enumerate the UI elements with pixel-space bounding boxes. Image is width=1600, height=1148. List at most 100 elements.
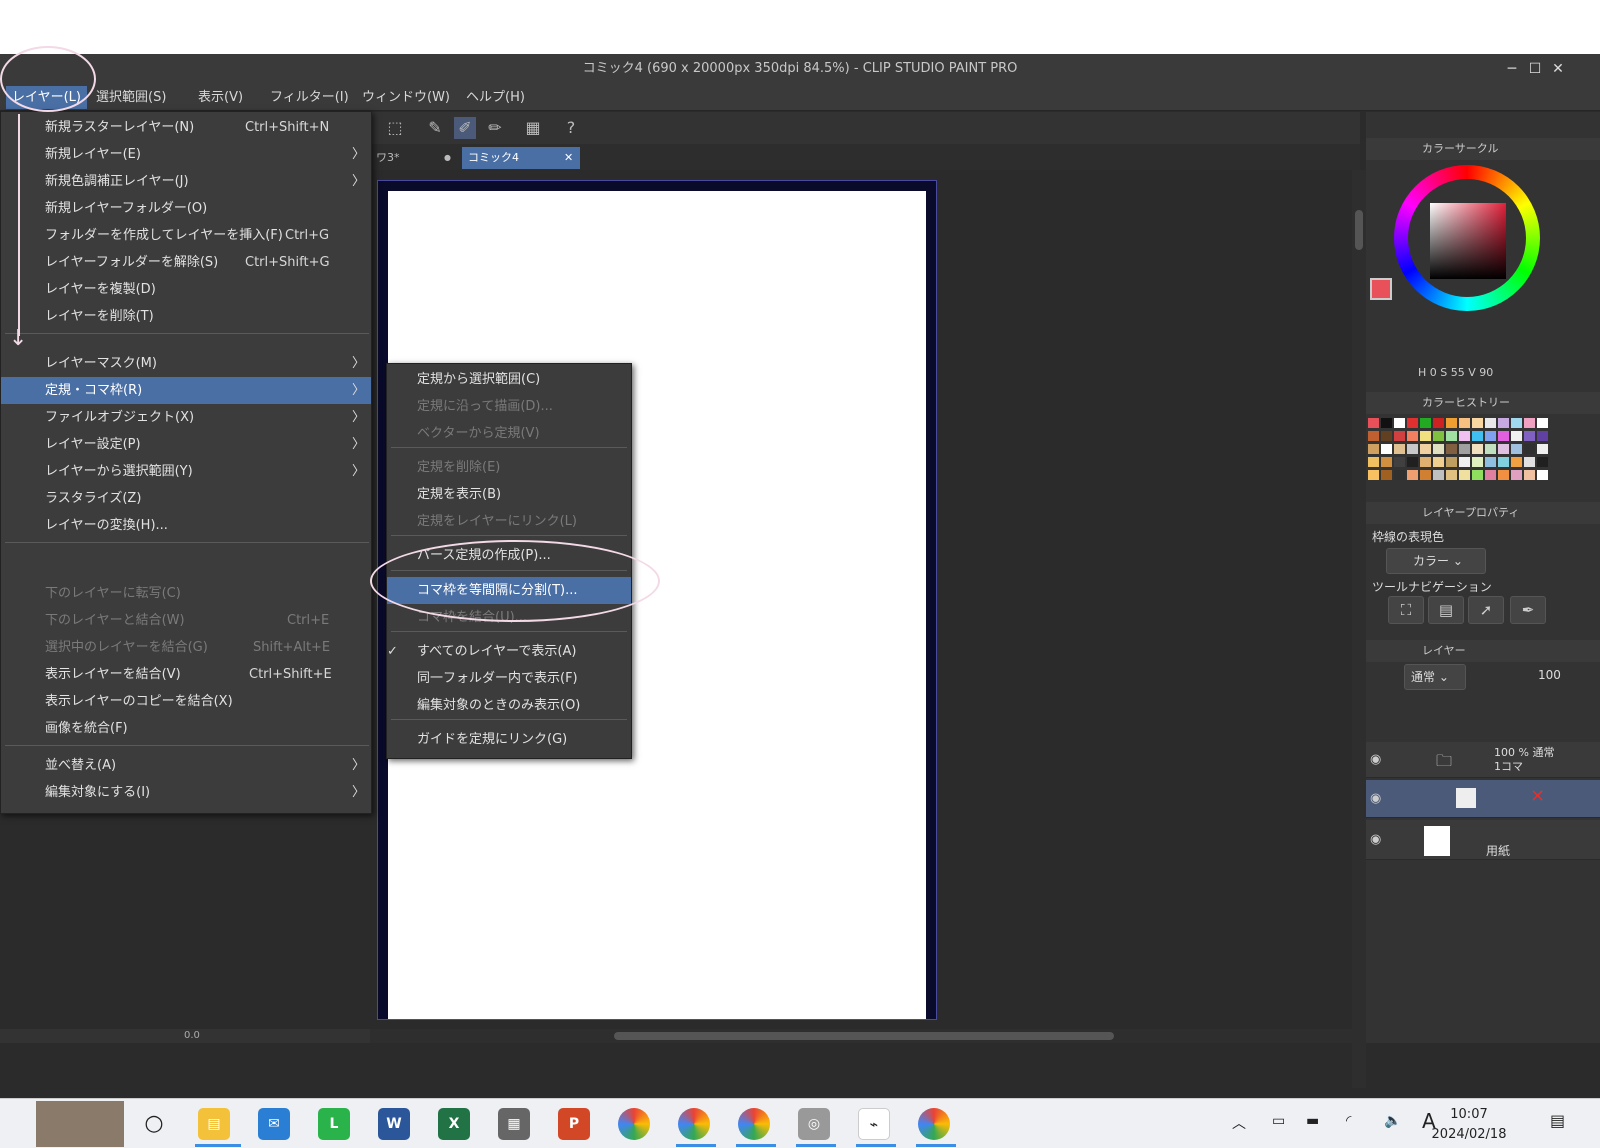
color-swatch[interactable] <box>1446 431 1457 441</box>
color-swatch[interactable] <box>1485 418 1496 428</box>
chrome-icon[interactable] <box>618 1108 650 1140</box>
opacity-value[interactable]: 100 <box>1538 668 1561 682</box>
volume-icon[interactable]: 🔈 <box>1384 1113 1401 1129</box>
color-swatch[interactable] <box>1537 444 1548 454</box>
menu-item[interactable]: 表示レイヤーを結合(V) Ctrl+Shift+E <box>1 661 371 688</box>
tab-comic3[interactable]: ワ3* ● <box>370 147 460 169</box>
color-swatch[interactable] <box>1420 444 1431 454</box>
color-swatch[interactable] <box>1485 457 1496 467</box>
color-swatch[interactable] <box>1381 470 1392 480</box>
color-swatch[interactable] <box>1459 457 1470 467</box>
color-swatch[interactable] <box>1524 431 1535 441</box>
menu-item[interactable]: レイヤーマスク(M) 〉 <box>1 350 371 377</box>
color-swatch[interactable] <box>1498 444 1509 454</box>
submenu-item[interactable]: 定規に沿って描画(D)... <box>387 393 631 420</box>
calculator-icon[interactable]: ▦ <box>498 1108 530 1140</box>
selection-icon[interactable]: ⬚ <box>384 117 406 139</box>
color-swatch[interactable] <box>1485 470 1496 480</box>
line-icon[interactable]: L <box>318 1108 350 1140</box>
menu-selection[interactable]: 選択範囲(S) <box>90 86 172 109</box>
submenu-item[interactable]: 定規をレイヤーにリンク(L) <box>387 508 631 535</box>
chevron-up-icon[interactable]: ︿ <box>1232 1113 1246 1133</box>
menu-item[interactable]: レイヤーフォルダーを解除(S) Ctrl+Shift+G <box>1 249 371 276</box>
menu-item[interactable]: レイヤーを削除(T) <box>1 303 371 330</box>
color-swatch[interactable] <box>1511 444 1522 454</box>
zoom-value[interactable]: 0.0 <box>184 1029 200 1043</box>
submenu-item[interactable]: すべてのレイヤーで表示(A) ✓ <box>387 638 631 665</box>
color-swatch[interactable] <box>1537 418 1548 428</box>
excel-icon[interactable]: X <box>438 1108 470 1140</box>
color-swatch[interactable] <box>1537 457 1548 467</box>
file-explorer-icon[interactable]: ▤ <box>198 1108 230 1140</box>
powerpoint-icon[interactable]: P <box>558 1108 590 1140</box>
color-swatch[interactable] <box>1446 457 1457 467</box>
color-swatch[interactable] <box>1459 470 1470 480</box>
eye-icon[interactable]: ◉ <box>1370 832 1381 847</box>
wifi-icon[interactable]: ◜ <box>1346 1113 1351 1129</box>
menu-item[interactable]: 画像を統合(F) <box>1 715 371 742</box>
clock[interactable]: 10:07 2024/02/18 <box>1414 1105 1524 1145</box>
color-swatch[interactable] <box>1407 431 1418 441</box>
menu-item[interactable]: ラスタライズ(Z) <box>1 485 371 512</box>
color-swatch[interactable] <box>1381 457 1392 467</box>
close-button[interactable]: ✕ <box>1548 54 1568 84</box>
color-swatch[interactable] <box>1485 444 1496 454</box>
chrome-profile-2-icon[interactable] <box>738 1108 770 1140</box>
color-swatch[interactable] <box>1394 418 1405 428</box>
battery-icon[interactable]: ▬ <box>1306 1113 1319 1129</box>
color-swatch[interactable] <box>1524 418 1535 428</box>
menu-item[interactable]: 表示レイヤーのコピーを結合(X) <box>1 688 371 715</box>
color-swatch[interactable] <box>1511 418 1522 428</box>
eye-icon[interactable]: ◉ <box>1370 752 1381 767</box>
pen-icon[interactable]: ✎ <box>424 117 446 139</box>
submenu-item[interactable]: 定規から選択範囲(C) <box>387 366 631 393</box>
menu-item[interactable]: レイヤーの変換(H)... <box>1 512 371 539</box>
color-swatch[interactable] <box>1407 444 1418 454</box>
color-swatch[interactable] <box>1420 457 1431 467</box>
color-swatch[interactable] <box>1381 418 1392 428</box>
menu-item[interactable]: 新規色調補正レイヤー(J) 〉 <box>1 168 371 195</box>
tab-close-icon[interactable]: ✕ <box>564 147 573 169</box>
menu-item[interactable]: レイヤーから選択範囲(Y) 〉 <box>1 458 371 485</box>
nav-pen-icon[interactable]: ✒ <box>1510 596 1546 624</box>
color-swatch[interactable] <box>1420 418 1431 428</box>
color-swatch[interactable] <box>1524 470 1535 480</box>
minimize-button[interactable]: ─ <box>1502 54 1522 84</box>
notification-icon[interactable]: ▤ <box>1550 1111 1565 1130</box>
color-swatch[interactable] <box>1407 457 1418 467</box>
color-swatch[interactable] <box>1420 431 1431 441</box>
color-swatch[interactable] <box>1485 431 1496 441</box>
color-swatch[interactable] <box>1368 418 1379 428</box>
layer-row-frame[interactable]: ◉ ✕ <box>1366 780 1600 818</box>
menu-window[interactable]: ウィンドウ(W) <box>356 86 456 109</box>
user-avatar[interactable] <box>36 1101 124 1147</box>
color-swatch[interactable] <box>1537 470 1548 480</box>
color-swatch[interactable] <box>1459 418 1470 428</box>
help-icon[interactable]: ? <box>560 117 582 139</box>
menu-item[interactable]: 下のレイヤーと結合(W) Ctrl+E <box>1 607 371 634</box>
color-swatch[interactable] <box>1511 457 1522 467</box>
color-swatch[interactable] <box>1511 470 1522 480</box>
chrome-profile-icon[interactable] <box>678 1108 710 1140</box>
blend-mode-dropdown[interactable]: 通常 ⌄ <box>1404 664 1466 690</box>
color-swatch[interactable] <box>1433 418 1444 428</box>
submenu-item[interactable]: 定規を削除(E) <box>387 454 631 481</box>
color-swatch[interactable] <box>1381 431 1392 441</box>
color-swatch[interactable] <box>1537 431 1548 441</box>
color-swatch[interactable] <box>1472 431 1483 441</box>
color-swatch[interactable] <box>1433 444 1444 454</box>
color-swatch[interactable] <box>1472 457 1483 467</box>
color-swatch[interactable] <box>1524 457 1535 467</box>
color-swatch[interactable] <box>1368 470 1379 480</box>
color-swatch[interactable] <box>1472 470 1483 480</box>
border-color-dropdown[interactable]: カラー ⌄ <box>1386 548 1486 574</box>
submenu-item[interactable]: 編集対象のときのみ表示(O) <box>387 692 631 719</box>
submenu-item[interactable]: ベクターから定規(V) <box>387 420 631 447</box>
layer-row-folder[interactable]: ◉ 🗀 100 % 通常 1コマ <box>1366 742 1600 778</box>
color-swatch[interactable] <box>1498 457 1509 467</box>
horizontal-scrollbar[interactable] <box>370 1029 1352 1043</box>
clip-studio-paint-icon[interactable]: ⌁ <box>858 1108 890 1140</box>
color-swatch[interactable] <box>1498 431 1509 441</box>
color-swatch[interactable] <box>1381 444 1392 454</box>
color-circle-header[interactable]: カラーサークル <box>1366 138 1600 160</box>
